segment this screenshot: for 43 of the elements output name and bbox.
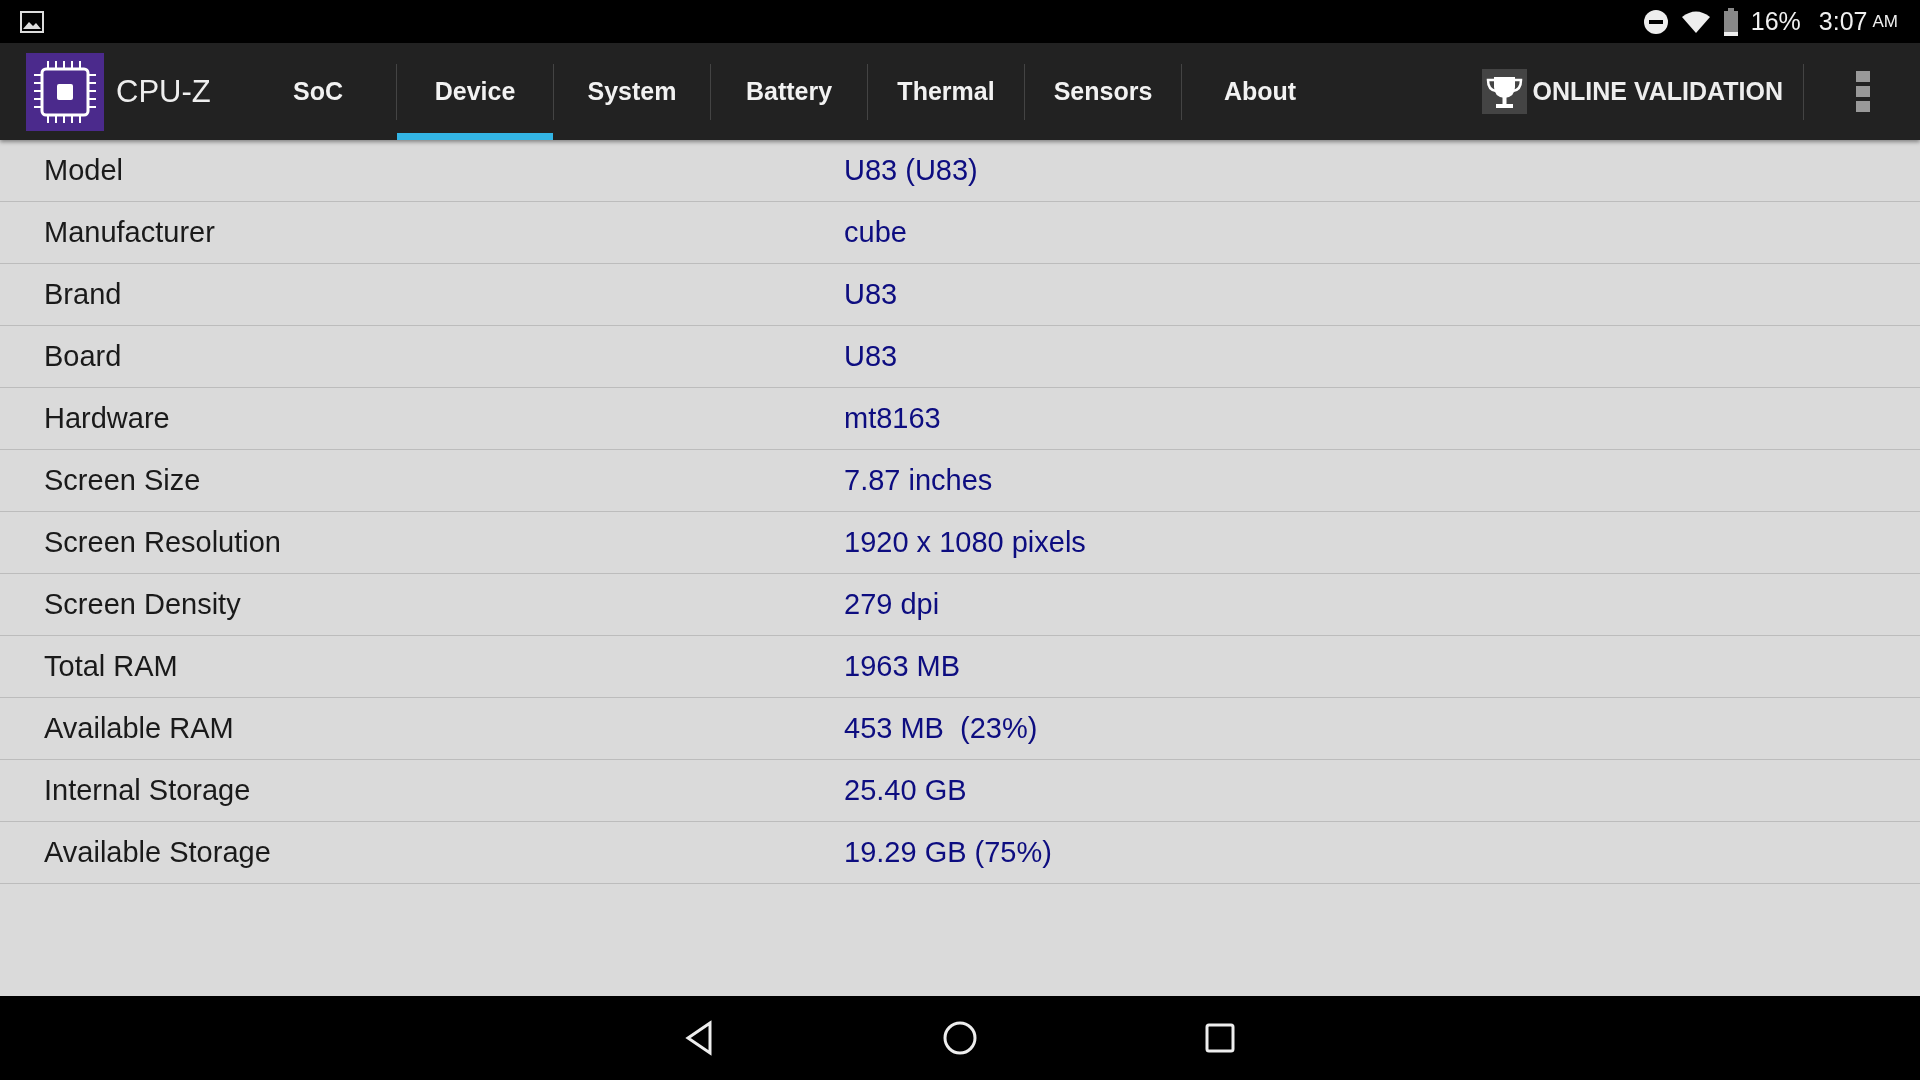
tab[interactable]: About [1182, 43, 1338, 140]
property-value: mt8163 [844, 402, 941, 435]
tab[interactable]: SoC [240, 43, 396, 140]
property-label: Available RAM [44, 712, 235, 745]
property-value: 453 MB (23%) [844, 712, 1038, 745]
do-not-disturb-icon [1642, 8, 1669, 35]
property-value: cube [844, 216, 907, 249]
property-value: 1963 MB [844, 650, 961, 683]
trophy-icon [1481, 69, 1527, 114]
chip-logo-icon [26, 52, 104, 131]
app-title: CPU-Z [116, 73, 212, 110]
property-value: 25.40 GB [844, 774, 967, 807]
property-label: Hardware [44, 402, 171, 435]
property-label: Screen Resolution [44, 526, 282, 559]
tab[interactable]: Thermal [868, 43, 1024, 140]
property-label: Screen Size [44, 464, 202, 497]
property-value: U83 [844, 278, 898, 311]
property-label: Board [44, 340, 123, 373]
battery-icon [1722, 7, 1739, 36]
image-notification-icon [20, 10, 44, 33]
property-label: Internal Storage [44, 774, 252, 807]
overflow-menu-icon[interactable] [1856, 70, 1870, 113]
battery-percentage: 16% [1750, 7, 1801, 36]
clock-meridiem: AM [1872, 11, 1898, 32]
tab[interactable]: Device [397, 43, 553, 140]
property-label: Model [44, 154, 124, 187]
online-validation-button[interactable]: ONLINE VALIDATION [1475, 68, 1789, 115]
property-label: Brand [44, 278, 123, 311]
property-value: 1920 x 1080 pixels [844, 526, 1086, 559]
property-label: Total RAM [44, 650, 179, 683]
clock-time: 3:07 [1818, 7, 1868, 36]
tab[interactable]: Battery [711, 43, 867, 140]
property-value: U83 (U83) [844, 154, 978, 187]
wifi-icon [1680, 9, 1711, 34]
property-value: 279 dpi [844, 588, 940, 621]
property-value: 19.29 GB (75%) [844, 836, 1052, 869]
property-value: 7.87 inches [844, 464, 993, 497]
tab[interactable]: Sensors [1025, 43, 1181, 140]
property-label: Available Storage [44, 836, 272, 869]
property-label: Screen Density [44, 588, 242, 621]
property-value: U83 [844, 340, 898, 373]
property-label: Manufacturer [44, 216, 216, 249]
tab[interactable]: System [554, 43, 710, 140]
